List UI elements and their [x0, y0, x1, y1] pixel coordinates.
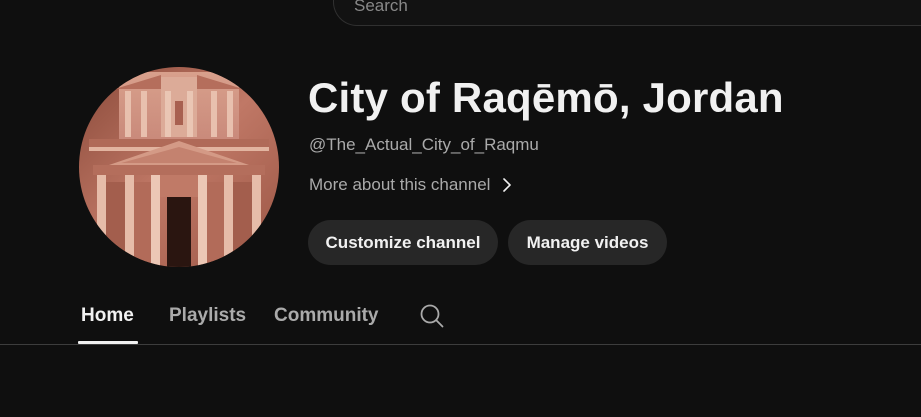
tabs-divider	[0, 344, 921, 345]
more-about-label: More about this channel	[309, 175, 491, 194]
chevron-right-icon	[500, 176, 514, 194]
petra-treasury-image	[79, 67, 279, 267]
customize-channel-button[interactable]: Customize channel	[308, 220, 498, 265]
tab-community[interactable]: Community	[274, 304, 379, 328]
channel-tabs: Home Playlists Community	[0, 296, 921, 344]
search-icon[interactable]	[419, 303, 445, 329]
search-placeholder: Search	[354, 0, 408, 15]
channel-avatar[interactable]	[79, 67, 279, 267]
channel-handle: @The_Actual_City_of_Raqmu	[309, 135, 539, 154]
manage-videos-button[interactable]: Manage videos	[508, 220, 667, 265]
tab-playlists[interactable]: Playlists	[169, 304, 246, 328]
more-about-channel-link[interactable]: More about this channel	[309, 175, 514, 195]
tab-home[interactable]: Home	[81, 304, 134, 328]
search-input[interactable]: Search	[333, 0, 921, 26]
channel-title: City of Raqēmō, Jordan	[308, 74, 784, 121]
channel-page: Search City of Raqēmō, Jordan @The_Actua…	[0, 0, 921, 417]
